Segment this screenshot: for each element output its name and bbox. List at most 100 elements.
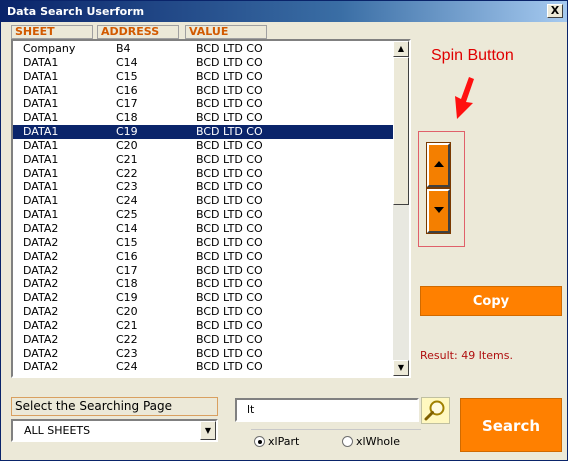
list-row[interactable]: Company B4 BCD LTD CO <box>13 42 395 56</box>
cell-sheet: DATA1 <box>23 208 59 222</box>
red-arrow-icon <box>455 77 474 119</box>
list-row[interactable]: DATA2 C20 BCD LTD CO <box>13 305 395 319</box>
cell-value: BCD LTD CO <box>196 69 263 83</box>
search-input[interactable]: lt <box>235 398 419 422</box>
cell-value: BCD LTD CO <box>196 125 263 139</box>
cell-address: B4 <box>116 42 131 55</box>
cell-address: C18 <box>116 111 138 125</box>
page-select-value: ALL SHEETS <box>24 424 91 437</box>
cell-address: C21 <box>116 318 138 332</box>
cell-value: BCD LTD CO <box>196 332 263 346</box>
list-row[interactable]: DATA1 C21 BCD LTD CO <box>13 153 395 167</box>
spin-button-annotation: Spin Button <box>431 47 514 64</box>
arrow-down-icon <box>434 207 444 213</box>
cell-value: BCD LTD CO <box>196 277 263 291</box>
scroll-thumb[interactable] <box>393 57 409 205</box>
list-row[interactable]: DATA2 C14 BCD LTD CO <box>13 222 395 236</box>
cell-address: C16 <box>116 249 138 263</box>
scroll-down-button[interactable]: ▼ <box>393 360 409 376</box>
search-icon-button[interactable] <box>421 397 450 424</box>
column-header-address: ADDRESS <box>97 25 179 39</box>
cell-address: C20 <box>116 138 138 152</box>
cell-sheet: DATA2 <box>23 277 59 291</box>
cell-value: BCD LTD CO <box>196 42 263 55</box>
list-row[interactable]: DATA1 C25 BCD LTD CO <box>13 208 395 222</box>
cell-value: BCD LTD CO <box>196 291 263 305</box>
spin-down-button[interactable] <box>426 188 451 234</box>
cell-sheet: DATA2 <box>23 263 59 277</box>
list-row[interactable]: DATA1 C23 BCD LTD CO <box>13 180 395 194</box>
cell-address: C22 <box>116 332 138 346</box>
results-listbox[interactable]: Company B4 BCD LTD CO DATA1 C14 BCD LTD CO DAT… <box>11 39 411 378</box>
list-row[interactable]: DATA1 C19 BCD LTD CO <box>13 125 395 139</box>
cell-sheet: DATA1 <box>23 83 59 97</box>
cell-address: C14 <box>116 55 138 69</box>
cell-value: BCD LTD CO <box>196 360 263 374</box>
list-row[interactable]: DATA1 C18 BCD LTD CO <box>13 111 395 125</box>
cell-address: C17 <box>116 97 138 111</box>
cell-sheet: DATA2 <box>23 332 59 346</box>
title-bar[interactable]: Data Search Userform X <box>1 1 567 22</box>
radio-xlwhole[interactable]: xlWhole <box>342 435 400 448</box>
cell-address: C18 <box>116 277 138 291</box>
list-row[interactable]: DATA1 C14 BCD LTD CO <box>13 56 395 70</box>
cell-value: BCD LTD CO <box>196 235 263 249</box>
cell-value: BCD LTD CO <box>196 166 263 180</box>
list-row[interactable]: DATA2 C23 BCD LTD CO <box>13 347 395 361</box>
cell-value: BCD LTD CO <box>196 194 263 208</box>
copy-button[interactable]: Copy <box>420 286 562 316</box>
cell-sheet: DATA1 <box>23 152 59 166</box>
cell-value: BCD LTD CO <box>196 152 263 166</box>
column-header-sheet: SHEET <box>11 25 93 39</box>
list-row[interactable]: DATA2 C17 BCD LTD CO <box>13 264 395 278</box>
list-row[interactable]: DATA1 C24 BCD LTD CO <box>13 194 395 208</box>
cell-address: C16 <box>116 83 138 97</box>
cell-value: BCD LTD CO <box>196 138 263 152</box>
list-row[interactable]: DATA2 C15 BCD LTD CO <box>13 236 395 250</box>
list-row[interactable]: DATA2 C24 BCD LTD CO <box>13 360 395 374</box>
cell-sheet: Company <box>23 42 76 55</box>
cell-sheet: DATA2 <box>23 346 59 360</box>
cell-sheet: DATA1 <box>23 194 59 208</box>
cell-address: C23 <box>116 180 138 194</box>
cell-sheet: DATA2 <box>23 221 59 235</box>
close-button[interactable]: X <box>547 4 563 18</box>
cell-sheet: DATA1 <box>23 180 59 194</box>
list-row[interactable]: DATA2 C16 BCD LTD CO <box>13 250 395 264</box>
cell-sheet: DATA1 <box>23 125 59 139</box>
spin-up-button[interactable] <box>426 142 451 188</box>
userform-window: Data Search Userform X SHEET ADDRESS VAL… <box>0 0 568 461</box>
cell-address: C21 <box>116 152 138 166</box>
list-row[interactable]: DATA1 C22 BCD LTD CO <box>13 167 395 181</box>
cell-sheet: DATA1 <box>23 97 59 111</box>
cell-sheet: DATA1 <box>23 138 59 152</box>
cell-value: BCD LTD CO <box>196 221 263 235</box>
scroll-up-button[interactable]: ▲ <box>393 41 409 57</box>
list-row[interactable]: DATA2 C18 BCD LTD CO <box>13 277 395 291</box>
cell-sheet: DATA2 <box>23 291 59 305</box>
list-row[interactable]: DATA2 C19 BCD LTD CO <box>13 291 395 305</box>
radio-xlpart[interactable]: xlPart <box>254 435 299 448</box>
cell-value: BCD LTD CO <box>196 83 263 97</box>
list-row[interactable]: DATA1 C17 BCD LTD CO <box>13 97 395 111</box>
cell-sheet: DATA1 <box>23 55 59 69</box>
list-row[interactable]: DATA1 C20 BCD LTD CO <box>13 139 395 153</box>
list-row[interactable]: DATA1 C15 BCD LTD CO <box>13 70 395 84</box>
search-button[interactable]: Search <box>460 398 562 452</box>
dropdown-arrow-icon[interactable]: ▼ <box>200 421 216 440</box>
page-select-label: Select the Searching Page <box>11 397 218 416</box>
cell-address: C23 <box>116 346 138 360</box>
list-row[interactable]: DATA2 C21 BCD LTD CO <box>13 319 395 333</box>
cell-address: C24 <box>116 194 138 208</box>
list-scrollbar[interactable]: ▲ ▼ <box>393 41 409 376</box>
cell-sheet: DATA2 <box>23 235 59 249</box>
cell-value: BCD LTD CO <box>196 263 263 277</box>
match-mode-group: xlPart xlWhole <box>251 429 421 453</box>
list-row[interactable]: DATA2 C22 BCD LTD CO <box>13 333 395 347</box>
page-select-combobox[interactable]: ALL SHEETS ▼ <box>11 419 218 442</box>
cell-address: C22 <box>116 166 138 180</box>
list-row[interactable]: DATA1 C16 BCD LTD CO <box>13 84 395 98</box>
cell-sheet: DATA1 <box>23 166 59 180</box>
radio-circle <box>342 436 353 447</box>
radio-circle <box>254 436 265 447</box>
